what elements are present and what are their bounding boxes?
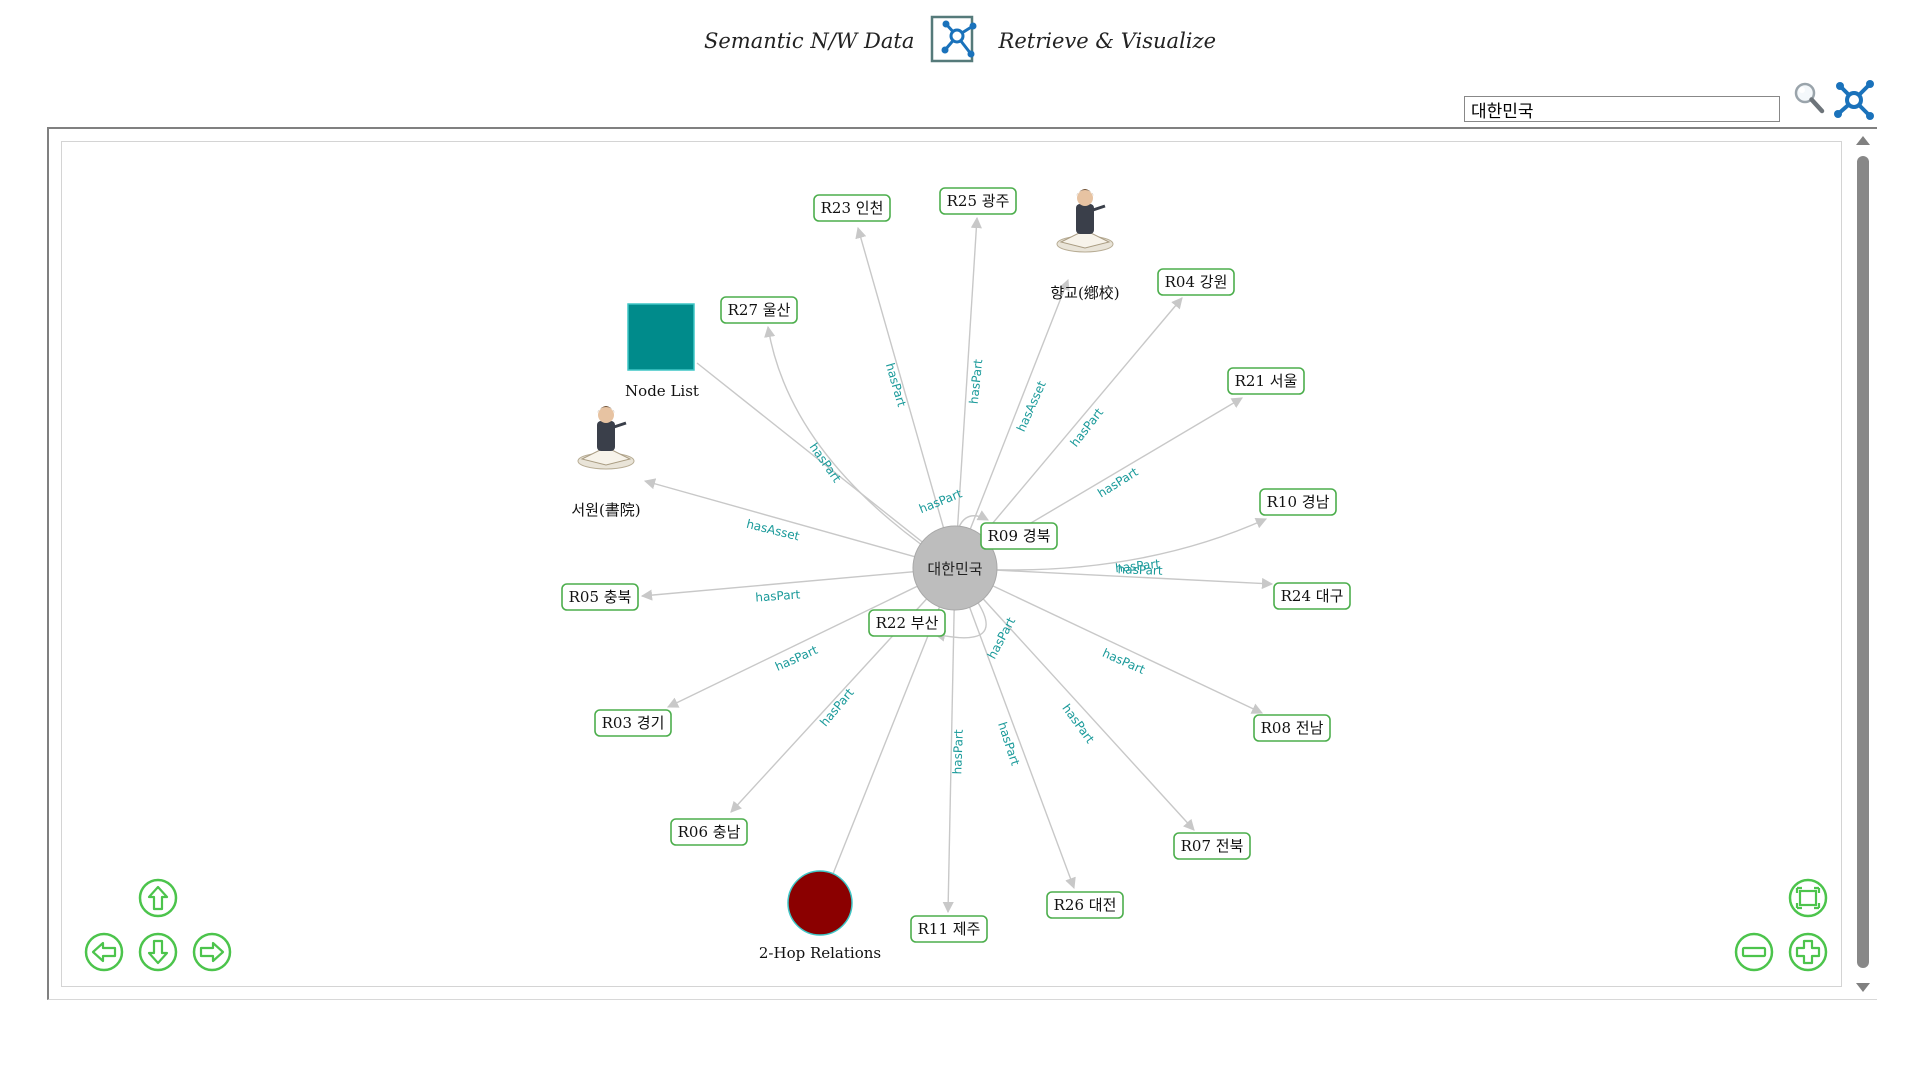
graph-node-R25[interactable]: R25 광주 <box>939 187 1017 215</box>
edge-label-R27: hasPart <box>807 440 844 485</box>
edge-R03 <box>666 567 956 708</box>
node-label: R25 광주 <box>947 192 1010 210</box>
node-label: R09 경북 <box>988 527 1051 545</box>
edge-label-R06: hasPart <box>817 686 857 730</box>
graph-node-R24[interactable]: R24 대구 <box>1273 582 1351 610</box>
node-label: R24 대구 <box>1281 587 1344 605</box>
node-label: R06 충남 <box>678 823 741 841</box>
graph-node-R03[interactable]: R03 경기 <box>594 709 672 737</box>
nodes-layer: 대한민국 R23 인천 R25 광주향교(鄕校) R04 강원 R21 서울 R10 경남… <box>561 187 1351 962</box>
node-label: Node List <box>625 382 699 400</box>
edge-label-R05: hasPart <box>755 587 801 604</box>
graph-node-R07[interactable]: R07 전북 <box>1173 832 1251 860</box>
node-label: R23 인천 <box>821 199 884 217</box>
edge-label-R23: hasPart <box>883 361 909 408</box>
graph-node-R22[interactable]: R22 부산 <box>868 609 946 637</box>
scroll-thumb[interactable] <box>1857 156 1869 968</box>
edge-label-R24: hasPart <box>1117 562 1163 578</box>
graph-node-twohop[interactable]: 2-Hop Relations <box>759 870 881 962</box>
node-label: 향교(鄕校) <box>1050 284 1119 302</box>
node-label: R04 강원 <box>1165 273 1228 291</box>
edge-R07 <box>954 567 1195 831</box>
arrow-up-icon[interactable] <box>138 878 178 918</box>
node-label: R26 대전 <box>1054 896 1117 914</box>
graph-node-R10[interactable]: R10 경남 <box>1259 488 1337 516</box>
edge-label-seowon: hasAsset <box>745 517 801 544</box>
graph-node-seowon[interactable]: 서원(書院) <box>571 406 641 519</box>
node-label: 2-Hop Relations <box>759 944 881 962</box>
edge-R24 <box>954 567 1274 590</box>
edge-label-R09: hasPart <box>917 486 964 516</box>
arrow-right-icon[interactable] <box>192 932 232 972</box>
edge-label-R03: hasPart <box>773 643 820 674</box>
node-label: R10 경남 <box>1267 493 1330 511</box>
graph-node-R08[interactable]: R08 전남 <box>1253 714 1331 742</box>
node-label: 서원(書院) <box>571 501 640 519</box>
graph-node-R21[interactable]: R21 서울 <box>1227 367 1305 395</box>
edge-label-R26: hasPart <box>995 720 1022 767</box>
zoom-in-icon[interactable] <box>1788 932 1828 972</box>
edge-label-R22: hasPart <box>985 615 1019 661</box>
graph-node-nodelist[interactable]: Node List <box>625 303 699 400</box>
node-label: R11 제주 <box>918 920 981 938</box>
network-graph[interactable]: hasPart hasPart hasAsset hasParthasParthasP… <box>0 0 1920 1080</box>
zoom-out-icon[interactable] <box>1734 932 1774 972</box>
graph-node-R09[interactable]: R09 경북 <box>980 522 1058 550</box>
graph-node-R23[interactable]: R23 인천 <box>813 194 891 222</box>
node-label: R07 전북 <box>1181 837 1244 855</box>
edge-label-R25: hasPart <box>967 358 986 404</box>
edge-label-R21: hasPart <box>1095 465 1141 501</box>
edge-seowon <box>643 478 956 569</box>
edge-label-R11: hasPart <box>950 729 966 775</box>
graph-node-hyanggyo[interactable]: 향교(鄕校) <box>1050 189 1120 302</box>
node-label: R05 충북 <box>569 588 632 606</box>
node-label: R03 경기 <box>602 714 665 732</box>
arrow-down-icon[interactable] <box>138 932 178 972</box>
graph-node-R26[interactable]: R26 대전 <box>1046 891 1124 919</box>
scroll-up-icon[interactable] <box>1856 136 1870 145</box>
graph-node-R06[interactable]: R06 충남 <box>670 818 748 846</box>
arrow-left-icon[interactable] <box>84 932 124 972</box>
center-node-label: 대한민국 <box>927 560 982 578</box>
node-label: R08 전남 <box>1261 719 1324 737</box>
scroll-down-icon[interactable] <box>1856 983 1870 992</box>
fit-screen-icon[interactable] <box>1788 878 1828 918</box>
node-label: R22 부산 <box>876 614 939 632</box>
edge-label-R08: hasPart <box>1100 646 1147 677</box>
graph-node-R27[interactable]: R27 울산 <box>720 296 798 324</box>
vertical-scrollbar[interactable] <box>1853 134 1873 994</box>
app-root: Semantic N/W Data Retrieve & Visualize 대… <box>0 0 1920 1080</box>
graph-node-R04[interactable]: R04 강원 <box>1157 268 1235 296</box>
node-label: R27 울산 <box>728 301 791 319</box>
edge-label-R07: hasPart <box>1059 701 1097 746</box>
graph-node-R11[interactable]: R11 제주 <box>910 915 988 943</box>
graph-node-R05[interactable]: R05 충북 <box>561 583 639 611</box>
node-label: R21 서울 <box>1235 372 1298 390</box>
